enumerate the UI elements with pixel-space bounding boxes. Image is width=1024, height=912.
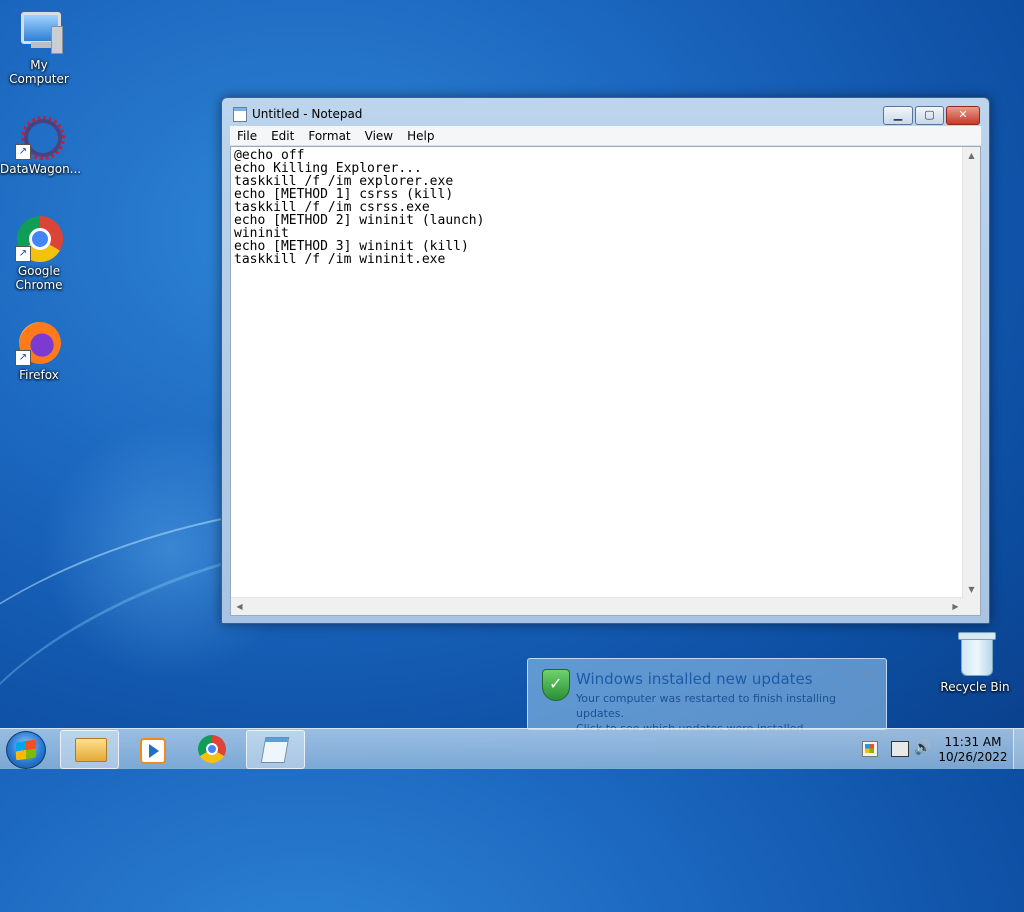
text-editor[interactable]: @echo off echo Killing Explorer... taskk… bbox=[230, 146, 981, 616]
desktop-icon-recycle-bin[interactable]: Recycle Bin bbox=[936, 630, 1014, 694]
taskbar: 🔊 11:31 AM 10/26/2022 bbox=[0, 728, 1024, 769]
clock-time: 11:31 AM bbox=[944, 735, 1002, 749]
chrome-icon bbox=[198, 735, 226, 763]
taskbar-notepad[interactable] bbox=[246, 730, 305, 769]
taskbar-explorer[interactable] bbox=[60, 730, 119, 769]
desktop-icon-label: Firefox bbox=[19, 368, 59, 382]
menu-format[interactable]: Format bbox=[301, 126, 357, 144]
scroll-left-icon[interactable]: ◀ bbox=[231, 598, 248, 615]
update-notification[interactable]: Windows installed new updates Your compu… bbox=[527, 658, 887, 735]
close-button[interactable]: ✕ bbox=[946, 106, 980, 125]
shortcut-arrow-icon: ↗ bbox=[15, 144, 31, 160]
volume-icon[interactable]: 🔊 bbox=[914, 740, 931, 780]
windows-logo-icon bbox=[16, 739, 36, 761]
menu-view[interactable]: View bbox=[358, 126, 400, 144]
network-icon[interactable] bbox=[891, 741, 909, 757]
clock[interactable]: 11:31 AM 10/26/2022 bbox=[936, 735, 1010, 765]
folder-icon bbox=[75, 738, 107, 762]
title-bar[interactable]: Untitled - Notepad ▁ ▢ ✕ bbox=[222, 98, 989, 126]
taskbar-chrome[interactable] bbox=[184, 730, 241, 767]
options-icon[interactable]: ✎ bbox=[842, 668, 851, 681]
scrollbar-corner bbox=[963, 598, 980, 615]
shortcut-arrow-icon: ↗ bbox=[15, 350, 31, 366]
taskbar-media-player[interactable] bbox=[120, 730, 177, 767]
scroll-up-icon[interactable]: ▲ bbox=[963, 147, 980, 164]
show-desktop-button[interactable] bbox=[1013, 729, 1024, 769]
menu-file[interactable]: File bbox=[230, 126, 264, 144]
windows-update-shield-icon bbox=[542, 669, 570, 701]
menu-bar: File Edit Format View Help bbox=[230, 126, 981, 146]
media-player-icon bbox=[140, 738, 166, 764]
editor-content[interactable]: @echo off echo Killing Explorer... taskk… bbox=[234, 149, 484, 266]
desktop-icon-label: Google Chrome bbox=[15, 264, 63, 292]
window-title: Untitled - Notepad bbox=[252, 107, 363, 121]
computer-icon bbox=[15, 8, 63, 56]
menu-help[interactable]: Help bbox=[400, 126, 441, 144]
desktop-icon-datawagon[interactable]: ↗ DataWagon... bbox=[0, 112, 82, 176]
desktop-icon-label: DataWagon... bbox=[0, 162, 82, 176]
firefox-icon: ↗ bbox=[15, 318, 63, 366]
desktop-icon-label: Recycle Bin bbox=[940, 680, 1010, 694]
chrome-icon: ↗ bbox=[15, 214, 63, 262]
action-center-flag-icon[interactable] bbox=[862, 741, 878, 757]
start-button[interactable] bbox=[6, 731, 46, 769]
maximize-button[interactable]: ▢ bbox=[915, 106, 944, 125]
notepad-app-icon bbox=[233, 107, 247, 122]
scroll-down-icon[interactable]: ▼ bbox=[963, 581, 980, 598]
menu-edit[interactable]: Edit bbox=[264, 126, 301, 144]
desktop-icon-google-chrome[interactable]: ↗ Google Chrome bbox=[0, 214, 78, 292]
recycle-bin-icon bbox=[951, 630, 999, 678]
notification-line-1: Your computer was restarted to finish in… bbox=[576, 692, 837, 720]
close-icon[interactable]: ✕ bbox=[861, 667, 872, 682]
shortcut-arrow-icon: ↗ bbox=[15, 246, 31, 262]
desktop-icon-label: My Computer bbox=[9, 58, 69, 86]
notepad-window[interactable]: Untitled - Notepad ▁ ▢ ✕ File Edit Format V… bbox=[221, 97, 990, 624]
datawagon-icon: ↗ bbox=[15, 112, 65, 160]
clock-date: 10/26/2022 bbox=[938, 750, 1008, 764]
notepad-icon bbox=[260, 737, 290, 763]
desktop-icon-my-computer[interactable]: My Computer bbox=[0, 8, 78, 86]
horizontal-scrollbar[interactable]: ◀ ▶ bbox=[231, 597, 964, 615]
desktop-icon-firefox[interactable]: ↗ Firefox bbox=[0, 318, 78, 382]
scroll-right-icon[interactable]: ▶ bbox=[947, 598, 964, 615]
vertical-scrollbar[interactable]: ▲ ▼ bbox=[962, 147, 980, 598]
notification-title: Windows installed new updates bbox=[576, 670, 813, 688]
minimize-button[interactable]: ▁ bbox=[883, 106, 913, 125]
